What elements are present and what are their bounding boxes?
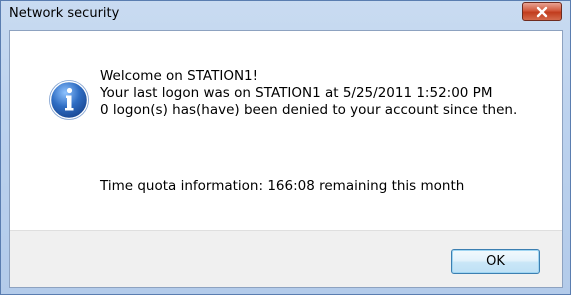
- message-text: Welcome on STATION1! Your last logon was…: [100, 68, 517, 119]
- time-quota-text: Time quota information: 166:08 remaining…: [100, 178, 465, 194]
- close-x-icon: [536, 6, 548, 17]
- dialog-window: Network security Welcome on STATION1! Yo…: [0, 0, 571, 295]
- button-bar: OK: [10, 230, 562, 287]
- last-logon-line: Your last logon was on STATION1 at 5/25/…: [100, 85, 493, 101]
- information-icon: [49, 80, 89, 120]
- close-button[interactable]: [522, 2, 562, 21]
- denied-logons-line: 0 logon(s) has(have) been denied to your…: [100, 102, 518, 118]
- window-title: Network security: [9, 6, 120, 21]
- title-bar[interactable]: Network security: [1, 1, 570, 29]
- ok-button[interactable]: OK: [451, 249, 540, 274]
- dialog-content: Welcome on STATION1! Your last logon was…: [9, 30, 563, 288]
- welcome-line: Welcome on STATION1!: [100, 68, 259, 84]
